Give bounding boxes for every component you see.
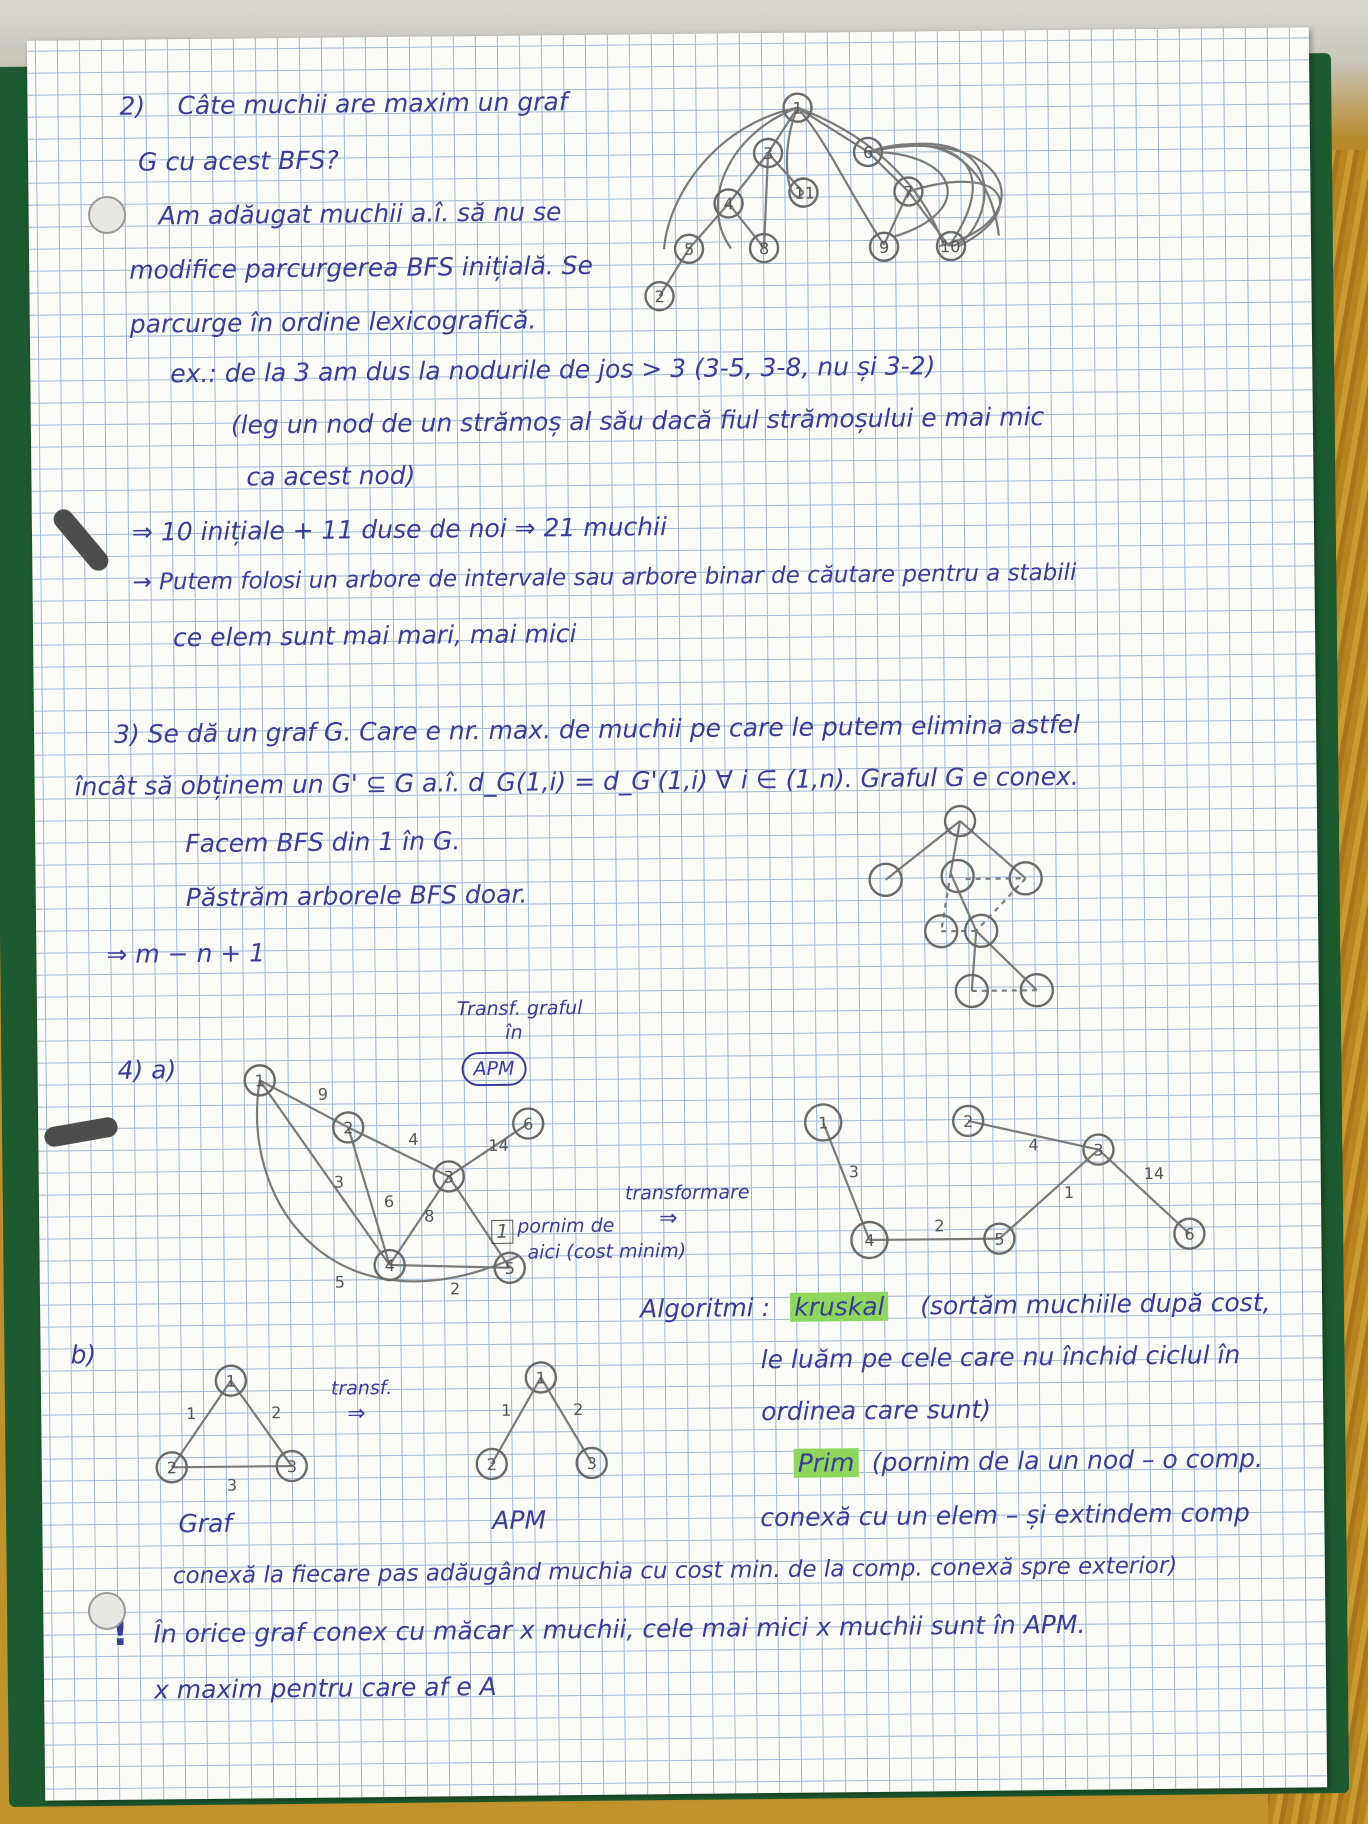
bfs-tree-drawing: 1 3 6 4 11 7 5 8 9 10 2 bbox=[644, 92, 1003, 312]
graph-a-node: 6 bbox=[523, 1115, 533, 1134]
mst-a-weight: 2 bbox=[934, 1216, 944, 1235]
graph-a-weight: 5 bbox=[335, 1272, 345, 1291]
mst-a-node: 5 bbox=[994, 1230, 1004, 1249]
graph-a-node: 5 bbox=[505, 1259, 515, 1278]
graph-a-node: 3 bbox=[444, 1167, 454, 1186]
problem-3-line-3: Facem BFS din 1 în G. bbox=[185, 826, 461, 859]
prim-desc-2: conexă cu un elem – și extindem comp bbox=[760, 1498, 1250, 1533]
graph-a-node: 4 bbox=[385, 1256, 395, 1275]
prim-label: Prim bbox=[793, 1448, 859, 1478]
pornim-note-2: aici (cost minim) bbox=[527, 1239, 687, 1264]
graph-b-weight: 3 bbox=[227, 1476, 237, 1495]
transf-note-1: Transf. graful bbox=[456, 996, 583, 1021]
triangle-graph: 1 2 3 1 2 3 bbox=[155, 1364, 308, 1495]
mst-a-weight: 4 bbox=[1028, 1135, 1038, 1154]
mst-a-weight: 14 bbox=[1144, 1164, 1165, 1183]
graph-b-node: 1 bbox=[226, 1372, 236, 1391]
bfs-node: 6 bbox=[863, 143, 873, 162]
problem-4b-label: b) bbox=[70, 1340, 97, 1370]
problem-2-remark-1: → Putem folosi un arbore de intervale sa… bbox=[132, 559, 1077, 596]
punch-hole bbox=[88, 1592, 126, 1630]
kruskal-highlight: kruskal bbox=[789, 1291, 889, 1322]
graph-b-node: 3 bbox=[287, 1457, 297, 1476]
pornim-node-box: 1 bbox=[491, 1219, 514, 1244]
bfs-node: 9 bbox=[879, 238, 889, 257]
graph-a-node: 2 bbox=[343, 1118, 353, 1137]
problem-3-result: ⇒ m − n + 1 bbox=[106, 938, 266, 969]
graph-b-node: 2 bbox=[167, 1458, 177, 1477]
mst-a-weight: 1 bbox=[1064, 1183, 1074, 1202]
graph-a-weight: 6 bbox=[384, 1192, 394, 1211]
graph-a-weight: 8 bbox=[424, 1207, 434, 1226]
bfs-node: 7 bbox=[903, 182, 913, 201]
apm-note-1: În orice graf conex cu măcar x muchii, c… bbox=[153, 1609, 1086, 1649]
mst-b-weight: 2 bbox=[573, 1400, 583, 1419]
prim-highlight: Prim bbox=[793, 1448, 859, 1478]
pornim-note-1: pornim de bbox=[517, 1214, 615, 1238]
problem-2-line-3: Am adăugat muchii a.î. să nu se bbox=[158, 197, 562, 231]
mst-a-node: 1 bbox=[818, 1113, 828, 1132]
problem-2-line-1: Câte muchii are maxim un graf bbox=[177, 87, 568, 121]
punch-hole bbox=[88, 196, 126, 234]
mst-b-weight: 1 bbox=[501, 1401, 511, 1420]
mst-b-node: 1 bbox=[536, 1368, 546, 1387]
problem-4a-label: 4) a) bbox=[117, 1055, 177, 1085]
mst-a-node: 2 bbox=[963, 1112, 973, 1131]
problem-2-explanation-1: (leg un nod de un strămoș al său dacă fi… bbox=[230, 402, 1045, 440]
transf-arrow: ⇒ bbox=[347, 1401, 366, 1427]
kruskal-label: kruskal bbox=[789, 1291, 889, 1322]
bfs-node: 2 bbox=[654, 287, 664, 306]
problem-2-line-2: G cu acest BFS? bbox=[137, 145, 339, 177]
problem-3-line-4: Păstrăm arborele BFS doar. bbox=[185, 879, 528, 913]
bfs-node: 1 bbox=[792, 99, 802, 118]
problem-2-line-5: parcurge în ordine lexicografică. bbox=[129, 305, 537, 339]
problem-2-example: ex.: de la 3 am dus la nodurile de jos >… bbox=[170, 351, 936, 389]
mst-b-node: 3 bbox=[587, 1454, 597, 1473]
notebook-page: 2) Câte muchii are maxim un graf G cu ac… bbox=[26, 27, 1328, 1801]
graph-a-weight: 9 bbox=[318, 1085, 328, 1104]
mst-graph-a: 1 2 3 4 5 6 3 4 2 14 1 bbox=[803, 1103, 1206, 1260]
problem-2-line-4: modifice parcurgerea BFS inițială. Se bbox=[129, 250, 594, 285]
transformare-label: transformare bbox=[624, 1181, 750, 1205]
problem-3-line-1: 3) Se dă un graf G. Care e nr. max. de m… bbox=[113, 709, 1081, 749]
graph-a-weight: 3 bbox=[334, 1173, 344, 1192]
mst-a-node: 4 bbox=[864, 1231, 874, 1250]
bfs-node: 4 bbox=[723, 194, 733, 213]
graph-a-weight: 14 bbox=[488, 1136, 509, 1155]
triangle-mst: 1 2 3 1 2 bbox=[475, 1361, 608, 1481]
bfs-node: 11 bbox=[794, 184, 815, 203]
transf-short-label: transf. bbox=[330, 1377, 393, 1400]
bfs-node: 3 bbox=[763, 144, 773, 163]
graf-caption: Graf bbox=[178, 1508, 233, 1539]
bfs-node: 8 bbox=[759, 239, 769, 258]
apm-note-2: x maxim pentru care af e A bbox=[153, 1671, 497, 1705]
algoritmi-label: Algoritmi : bbox=[639, 1293, 771, 1324]
graph-b-weight: 2 bbox=[271, 1403, 281, 1422]
bfs-subgraph-sketch bbox=[868, 804, 1055, 1009]
graph-a-node: 1 bbox=[255, 1071, 265, 1090]
kruskal-desc-2: le luăm pe cele care nu închid ciclul în bbox=[760, 1340, 1241, 1375]
mst-a-weight: 3 bbox=[849, 1162, 859, 1181]
prim-desc-3: conexă la fiecare pas adăugând muchia cu… bbox=[172, 1552, 1178, 1590]
apm-caption: APM bbox=[492, 1505, 547, 1535]
mst-a-node: 3 bbox=[1093, 1141, 1103, 1160]
problem-3-line-2: încât să obținem un G' ⊆ G a.î. d_G(1,i)… bbox=[74, 761, 1079, 802]
graph-a-weight: 4 bbox=[408, 1130, 418, 1149]
problem-2-explanation-2: ca acest nod) bbox=[246, 460, 416, 492]
kruskal-desc-1: (sortăm muchiile după cost, bbox=[919, 1287, 1271, 1321]
problem-2-number: 2) bbox=[119, 91, 146, 121]
mst-a-node: 6 bbox=[1184, 1225, 1194, 1244]
bfs-node: 10 bbox=[940, 237, 961, 256]
kruskal-desc-3: ordinea care sunt) bbox=[761, 1394, 992, 1427]
bfs-node: 5 bbox=[684, 240, 694, 259]
problem-2-result: ⇒ 10 inițiale + 11 duse de noi ⇒ 21 much… bbox=[131, 512, 668, 547]
graph-a-weight: 2 bbox=[450, 1279, 460, 1298]
problem-2-remark-2: ce elem sunt mai mari, mai mici bbox=[172, 619, 577, 653]
transformare-arrow: ⇒ bbox=[659, 1206, 678, 1232]
mst-b-node: 2 bbox=[487, 1455, 497, 1474]
weighted-graph-a: 1 2 3 4 5 6 9 3 4 6 8 14 5 2 bbox=[243, 1064, 545, 1298]
graph-b-weight: 1 bbox=[186, 1404, 196, 1423]
prim-desc-1: (pornim de la un nod – o comp. bbox=[871, 1443, 1264, 1477]
